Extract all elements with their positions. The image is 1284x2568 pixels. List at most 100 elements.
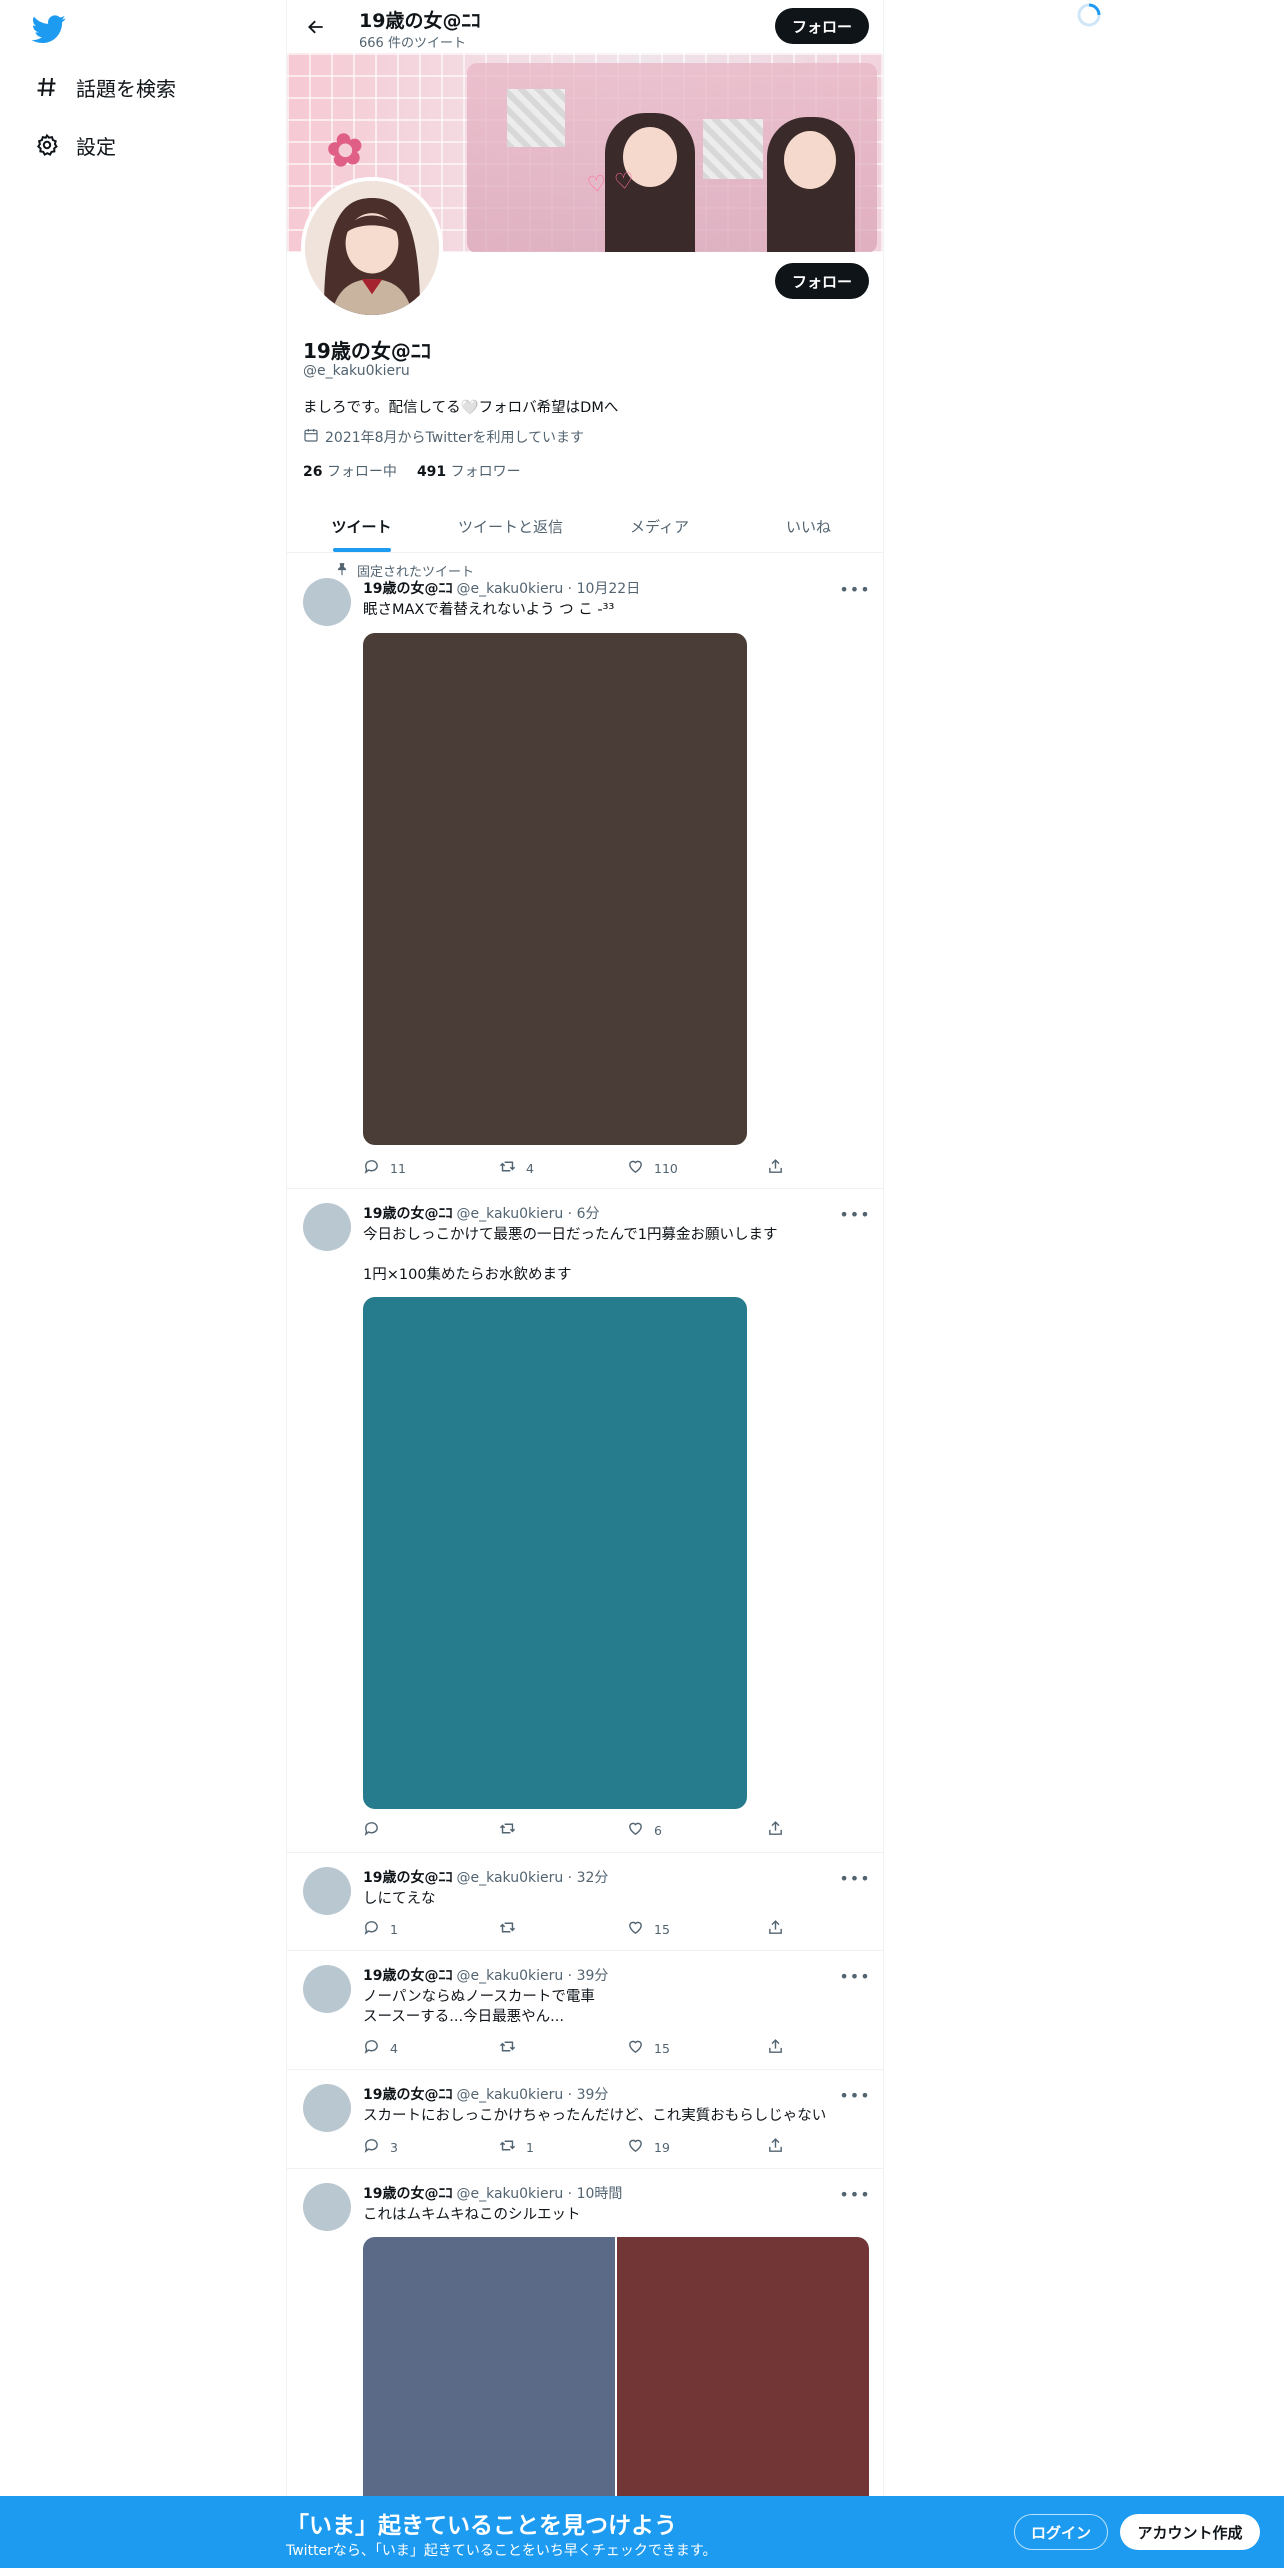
avatar[interactable] <box>303 1867 351 1915</box>
retweet-button[interactable] <box>499 1919 526 1939</box>
tweet-item[interactable]: 19歳の女@ﾆｺ @e_kaku0kieru · 39分 ••• ノーパンならぬノ… <box>287 1951 883 2070</box>
tweet-text: これはムキムキねこのシルエット <box>363 2207 581 2223</box>
login-button[interactable]: ログイン <box>1014 2514 1108 2550</box>
banner-mosaic <box>507 89 565 147</box>
retweet-button[interactable] <box>499 1820 526 1840</box>
share-button[interactable] <box>767 2137 784 2157</box>
heart-icon <box>627 1820 644 1840</box>
share-icon <box>767 2038 784 2058</box>
tweet-item[interactable]: 固定されたツイート 19歳の女@ﾆｺ @e_kaku0kieru · 10月22日… <box>287 553 883 1189</box>
tab-likes[interactable]: いいね <box>734 500 883 552</box>
retweet-count: 1 <box>526 2139 534 2155</box>
like-count: 19 <box>654 2139 670 2155</box>
sidebar-item-explore[interactable]: 話題を検索 <box>30 67 176 107</box>
tweet-meta[interactable]: @e_kaku0kieru · 6分 <box>456 1206 599 1222</box>
tweet-meta[interactable]: @e_kaku0kieru · 10時間 <box>456 2186 622 2202</box>
reply-button[interactable]: 1 <box>363 1919 398 1939</box>
follow-button[interactable]: フォロー <box>775 8 869 44</box>
retweet-icon <box>499 2038 516 2058</box>
tweet-text: 眠さMAXで着替えれないよう つ こ -³³ <box>363 602 615 618</box>
twitter-bird-icon[interactable] <box>31 12 66 46</box>
tweet-author-name[interactable]: 19歳の女@ﾆｺ <box>363 1968 452 1984</box>
tweet-item[interactable]: 19歳の女@ﾆｺ @e_kaku0kieru · 6分 ••• 今日おしっこかけて… <box>287 1189 883 1853</box>
tweet-item[interactable]: 19歳の女@ﾆｺ @e_kaku0kieru · 10時間 ••• これはムキムキ… <box>287 2169 883 2499</box>
tweet-author-name[interactable]: 19歳の女@ﾆｺ <box>363 1870 452 1886</box>
tweet-author-name[interactable]: 19歳の女@ﾆｺ <box>363 581 452 597</box>
avatar[interactable] <box>303 2183 351 2231</box>
following-count: 26 <box>303 464 323 480</box>
tweet-media[interactable] <box>363 2237 615 2499</box>
banner-decoration: ♡ ♡ <box>585 168 636 199</box>
tweet-text: ノーパンならぬノースカートで電車 スースーする...今日最悪やん... <box>363 1989 595 2025</box>
left-sidebar: 話題を検索 設定 <box>0 0 286 2568</box>
tweet-meta[interactable]: @e_kaku0kieru · 39分 <box>456 2087 608 2103</box>
heart-icon <box>627 2137 644 2157</box>
pin-icon <box>335 562 349 580</box>
share-button[interactable] <box>767 1158 784 1178</box>
reply-button[interactable]: 4 <box>363 2038 398 2058</box>
tweet-media[interactable] <box>617 2237 869 2499</box>
tweet-header: 19歳の女@ﾆｺ @e_kaku0kieru · 10時間 <box>363 2183 622 2203</box>
tweet-author-name[interactable]: 19歳の女@ﾆｺ <box>363 2186 452 2202</box>
like-button[interactable]: 19 <box>627 2137 670 2157</box>
profile-stats: 26 フォロー中 491 フォロワー <box>303 461 521 481</box>
retweet-button[interactable]: 1 <box>499 2137 534 2157</box>
more-options-icon[interactable]: ••• <box>839 1204 869 1224</box>
tab-tweets-and-replies[interactable]: ツイートと返信 <box>436 500 585 552</box>
tweet-item[interactable]: 19歳の女@ﾆｺ @e_kaku0kieru · 39分 ••• スカートにおしっ… <box>287 2070 883 2169</box>
tweet-actions: 1 15 <box>363 1919 803 1939</box>
more-options-icon[interactable]: ••• <box>839 2085 869 2105</box>
followers-link[interactable]: 491 フォロワー <box>417 461 521 481</box>
create-account-button[interactable]: アカウント作成 <box>1120 2514 1260 2550</box>
more-options-icon[interactable]: ••• <box>839 2184 869 2204</box>
tab-tweets[interactable]: ツイート <box>287 500 436 552</box>
reply-button[interactable]: 3 <box>363 2137 398 2157</box>
like-button[interactable]: 15 <box>627 1919 670 1939</box>
avatar[interactable] <box>303 2084 351 2132</box>
like-button[interactable]: 110 <box>627 1158 678 1178</box>
reply-count: 1 <box>390 1921 398 1937</box>
retweet-button[interactable] <box>499 2038 526 2058</box>
retweet-button[interactable]: 4 <box>499 1158 534 1178</box>
reply-button[interactable] <box>363 1820 390 1840</box>
profile-follow-button[interactable]: フォロー <box>775 263 869 299</box>
reply-button[interactable]: 11 <box>363 1158 406 1178</box>
tweet-author-name[interactable]: 19歳の女@ﾆｺ <box>363 2087 452 2103</box>
tweet-actions: 4 15 <box>363 2038 803 2058</box>
retweet-count: 4 <box>526 1160 534 1176</box>
like-button[interactable]: 6 <box>627 1820 662 1840</box>
profile-joined: 2021年8月からTwitterを利用しています <box>303 427 584 447</box>
retweet-icon <box>499 1158 516 1178</box>
tweet-item[interactable]: 19歳の女@ﾆｺ @e_kaku0kieru · 32分 ••• しにてえな 1 … <box>287 1853 883 1951</box>
tweet-meta[interactable]: @e_kaku0kieru · 32分 <box>456 1870 608 1886</box>
page-title: 19歳の女@ﾆｺ <box>359 10 481 32</box>
share-icon <box>767 1919 784 1939</box>
share-button[interactable] <box>767 1919 784 1939</box>
more-options-icon[interactable]: ••• <box>839 579 869 599</box>
sidebar-item-settings[interactable]: 設定 <box>30 125 116 165</box>
profile-avatar[interactable] <box>301 177 443 319</box>
following-link[interactable]: 26 フォロー中 <box>303 461 397 481</box>
tweet-meta[interactable]: @e_kaku0kieru · 10月22日 <box>456 581 640 597</box>
share-button[interactable] <box>767 1820 784 1840</box>
tweet-author-name[interactable]: 19歳の女@ﾆｺ <box>363 1206 452 1222</box>
tweet-text: しにてえな <box>363 1891 436 1907</box>
following-label: フォロー中 <box>326 464 397 480</box>
reply-icon <box>363 2137 380 2157</box>
avatar[interactable] <box>303 1965 351 2013</box>
followers-count: 491 <box>416 464 447 480</box>
tweet-media[interactable] <box>363 633 747 1145</box>
tweet-media[interactable] <box>363 1297 747 1809</box>
tweet-count: 666 件のツイート <box>359 36 466 51</box>
more-options-icon[interactable]: ••• <box>839 1966 869 1986</box>
banner-face <box>784 131 836 189</box>
avatar[interactable] <box>303 578 351 626</box>
more-options-icon[interactable]: ••• <box>839 1868 869 1888</box>
tweet-meta[interactable]: @e_kaku0kieru · 39分 <box>456 1968 608 1984</box>
tab-media[interactable]: メディア <box>585 500 734 552</box>
retweet-icon <box>499 2137 516 2157</box>
like-button[interactable]: 15 <box>627 2038 670 2058</box>
back-arrow-icon[interactable] <box>301 12 331 42</box>
avatar[interactable] <box>303 1203 351 1251</box>
share-button[interactable] <box>767 2038 784 2058</box>
